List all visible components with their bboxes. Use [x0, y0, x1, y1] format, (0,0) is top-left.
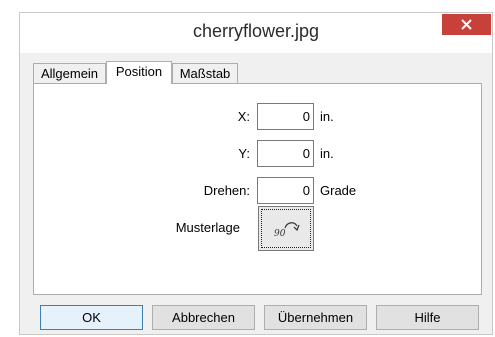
- y-label: Y:: [238, 146, 250, 161]
- ok-button[interactable]: OK: [40, 305, 143, 330]
- tab-massstab[interactable]: Maßstab: [172, 63, 238, 83]
- rotate-field[interactable]: 0: [257, 177, 314, 204]
- dialog-window: cherryflower.jpg Allgemein Position Maßs…: [19, 12, 493, 335]
- x-label: X:: [237, 109, 250, 124]
- x-field[interactable]: 0: [257, 103, 314, 130]
- tab-position[interactable]: Position: [106, 61, 172, 84]
- close-button[interactable]: [442, 14, 491, 35]
- position-panel: X: 0 in. Y: 0 in. Drehen: 0 Grade Muster…: [33, 83, 482, 295]
- tab-allgemein[interactable]: Allgemein: [33, 63, 106, 83]
- rotate-90-icon: 90: [274, 222, 300, 239]
- rotate-label: Drehen:: [203, 183, 250, 198]
- title-bar: cherryflower.jpg: [20, 13, 492, 53]
- sample-label: Musterlage: [175, 220, 240, 235]
- cancel-button[interactable]: Abbrechen: [152, 305, 255, 330]
- tab-label: Allgemein: [40, 66, 99, 81]
- y-field[interactable]: 0: [257, 140, 314, 167]
- help-button[interactable]: Hilfe: [376, 305, 479, 330]
- tab-label: Maßstab: [179, 66, 231, 81]
- x-unit: in.: [320, 109, 334, 124]
- apply-button[interactable]: Übernehmen: [264, 305, 367, 330]
- y-unit: in.: [320, 146, 334, 161]
- rotate-unit: Grade: [320, 183, 357, 198]
- close-icon: [461, 19, 472, 30]
- rotate-90-button[interactable]: 90: [258, 206, 314, 251]
- tab-label: Position: [115, 64, 163, 79]
- window-title: cherryflower.jpg: [192, 21, 320, 41]
- svg-text:90: 90: [274, 229, 286, 239]
